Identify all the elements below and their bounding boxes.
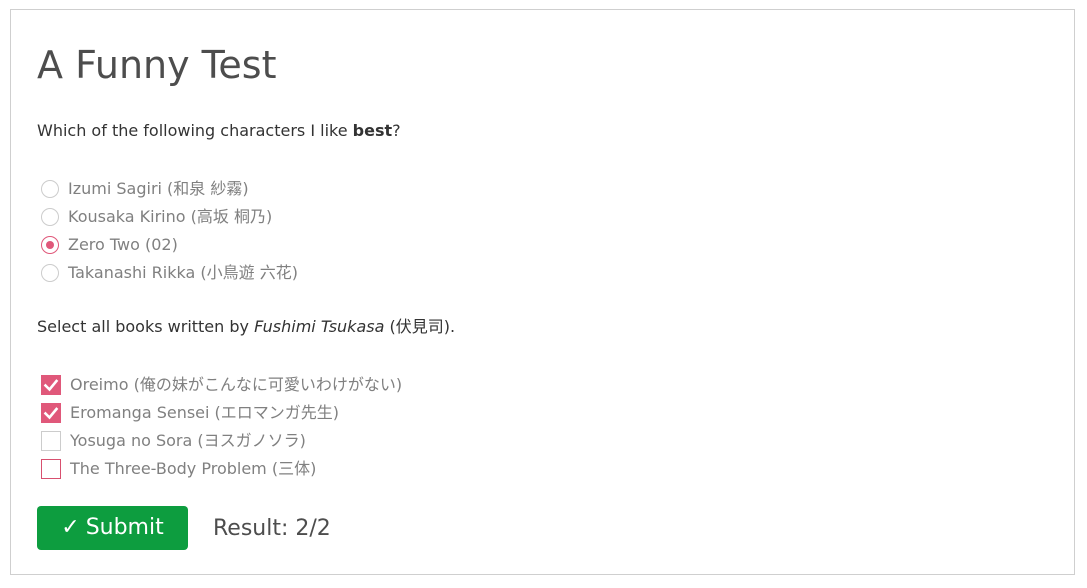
option-label: Oreimo (俺の妹がこんなに可愛いわけがない) [70, 375, 403, 394]
question-1-emphasis: best [352, 121, 393, 140]
checkbox-option-three-body-problem[interactable]: The Three-Body Problem (三体) [41, 455, 402, 483]
radio-option-takanashi-rikka[interactable]: Takanashi Rikka (小鳥遊 六花) [41, 259, 298, 287]
checkbox[interactable] [41, 459, 61, 479]
checkbox-option-eromanga-sensei[interactable]: Eromanga Sensei (エロマンガ先生) [41, 399, 402, 427]
question-1-suffix: ? [392, 121, 401, 140]
radio-option-zero-two[interactable]: Zero Two (02) [41, 231, 298, 259]
radio-button[interactable] [41, 264, 59, 282]
checkbox-option-oreimo[interactable]: Oreimo (俺の妹がこんなに可愛いわけがない) [41, 371, 402, 399]
checkmark-icon [43, 379, 59, 392]
checkbox[interactable] [41, 431, 61, 451]
radio-option-kousaka-kirino[interactable]: Kousaka Kirino (高坂 桐乃) [41, 203, 298, 231]
question-1-prefix: Which of the following characters I like [37, 121, 353, 140]
question-1-options: Izumi Sagiri (和泉 紗霧) Kousaka Kirino (高坂 … [41, 175, 298, 287]
check-icon: ✓ [61, 515, 80, 540]
radio-button[interactable] [41, 208, 59, 226]
question-2-suffix: (伏見司). [384, 317, 456, 336]
question-2-text: Select all books written by Fushimi Tsuk… [37, 316, 455, 338]
submit-label: Submit [85, 515, 164, 540]
question-2-emphasis: Fushimi Tsukasa [254, 317, 385, 336]
option-label: Takanashi Rikka (小鳥遊 六花) [68, 263, 298, 282]
option-label: The Three-Body Problem (三体) [70, 459, 317, 478]
checkmark-icon [43, 407, 59, 420]
option-label: Eromanga Sensei (エロマンガ先生) [70, 403, 340, 422]
submit-button[interactable]: ✓ Submit [37, 506, 188, 550]
question-2-prefix: Select all books written by [37, 317, 255, 336]
option-label: Kousaka Kirino (高坂 桐乃) [68, 207, 273, 226]
option-label: Izumi Sagiri (和泉 紗霧) [68, 179, 249, 198]
checkbox-checked[interactable] [41, 375, 61, 395]
quiz-card: A Funny Test Which of the following char… [10, 9, 1075, 575]
checkbox-option-yosuga-no-sora[interactable]: Yosuga no Sora (ヨスガノソラ) [41, 427, 402, 455]
question-2-options: Oreimo (俺の妹がこんなに可愛いわけがない) Eromanga Sense… [41, 371, 402, 483]
radio-option-izumi-sagiri[interactable]: Izumi Sagiri (和泉 紗霧) [41, 175, 298, 203]
page-title: A Funny Test [37, 43, 277, 87]
question-1-text: Which of the following characters I like… [37, 120, 401, 142]
checkbox-checked[interactable] [41, 403, 61, 423]
option-label: Zero Two (02) [68, 235, 178, 254]
result-text: Result: 2/2 [213, 516, 331, 541]
radio-button-selected[interactable] [41, 236, 59, 254]
option-label: Yosuga no Sora (ヨスガノソラ) [70, 431, 306, 450]
radio-button[interactable] [41, 180, 59, 198]
